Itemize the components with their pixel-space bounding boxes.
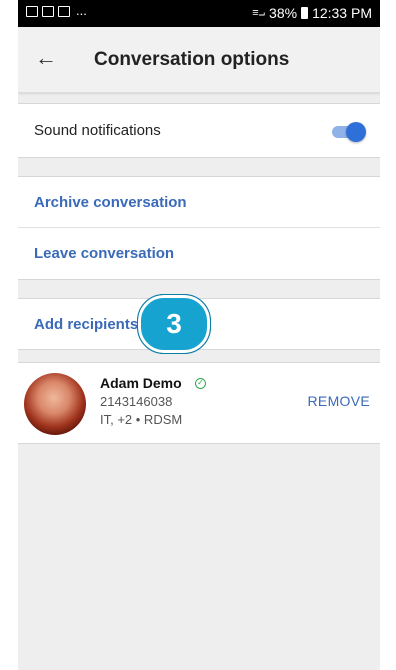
sound-notifications-toggle[interactable]: [330, 122, 366, 142]
archive-conversation-row[interactable]: Archive conversation: [18, 177, 380, 228]
clock: 12:33 PM: [312, 5, 372, 21]
contact-phone: 2143146038: [100, 394, 173, 409]
add-recipients-link[interactable]: Add recipients: [34, 316, 138, 333]
system-status: ≡⨼ 38% 12:33 PM: [252, 5, 372, 21]
battery-percent: 38%: [269, 5, 298, 21]
step-number-badge: 3: [137, 294, 211, 354]
sound-notifications-row[interactable]: Sound notifications: [18, 103, 380, 158]
toggle-thumb: [346, 122, 366, 142]
avatar: [24, 373, 86, 435]
app-bar: ← Conversation options: [18, 27, 380, 93]
conversation-actions-card: Archive conversation Leave conversation: [18, 176, 380, 280]
more-notifications-text: ...: [76, 3, 87, 18]
sound-notifications-label: Sound notifications: [34, 122, 161, 139]
signal-icon: ≡⨼: [252, 6, 266, 19]
status-bar: ... ≡⨼ 38% 12:33 PM: [18, 0, 380, 27]
gallery-notification-icon: [42, 5, 54, 17]
check-circle-icon: ✓: [195, 378, 206, 389]
remove-button[interactable]: REMOVE: [308, 393, 370, 409]
page-title: Conversation options: [94, 49, 290, 70]
archive-conversation-link[interactable]: Archive conversation: [34, 194, 187, 211]
mail-notification-icon: [58, 5, 70, 17]
notification-icons: ...: [26, 3, 87, 18]
contact-name: Adam Demo: [100, 375, 182, 391]
image-notification-icon: [26, 5, 38, 17]
back-arrow-icon[interactable]: ←: [34, 44, 58, 72]
battery-icon: [301, 7, 309, 19]
leave-conversation-row[interactable]: Leave conversation: [18, 228, 380, 279]
phone-frame-left: [0, 0, 18, 670]
leave-conversation-link[interactable]: Leave conversation: [34, 245, 174, 262]
phone-frame-right: [380, 0, 396, 670]
contact-meta: IT, +2 • RDSM: [100, 412, 183, 427]
contact-row: Adam Demo ✓ 2143146038 IT, +2 • RDSM REM…: [18, 362, 380, 444]
